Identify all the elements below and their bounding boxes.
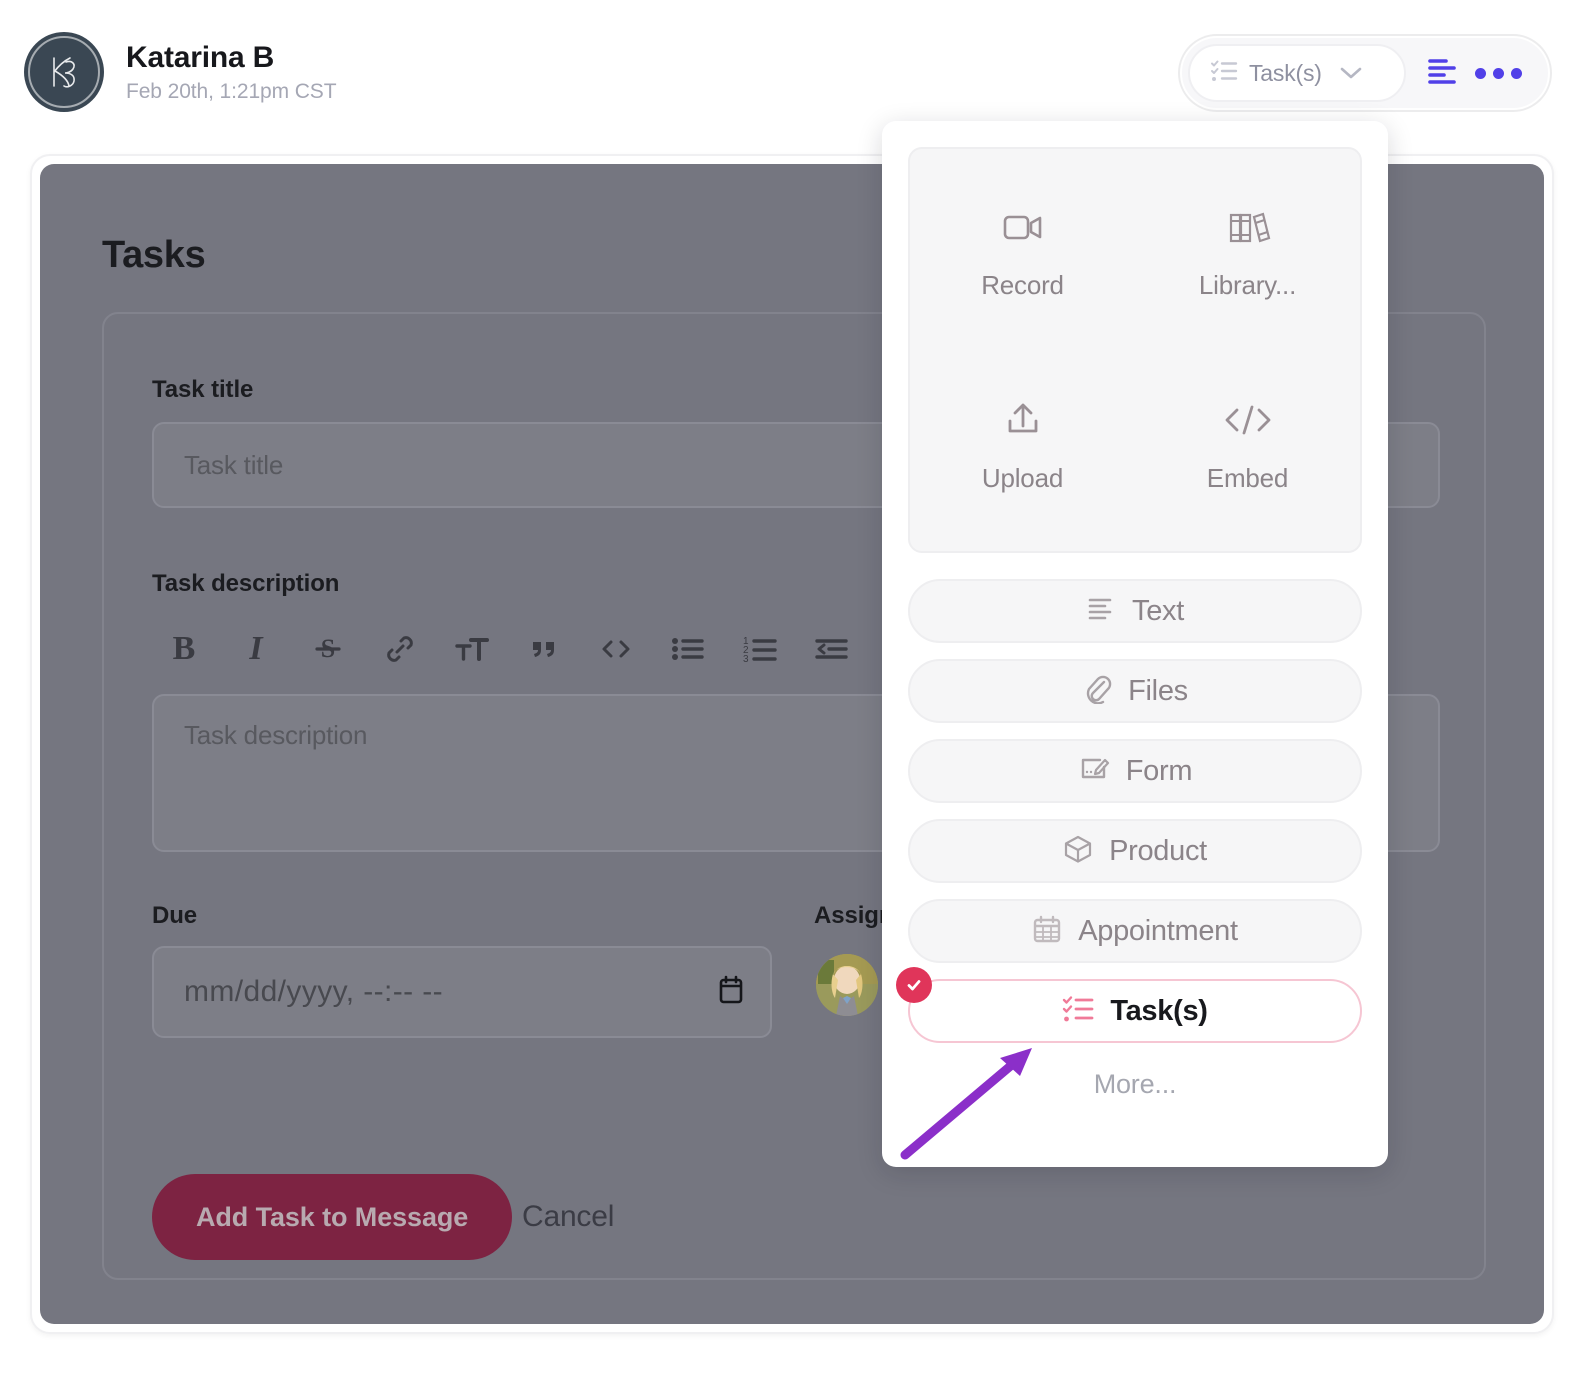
message-author: Katarina B Feb 20th, 1:21pm CST <box>24 32 337 112</box>
menu-item-label: Files <box>1128 674 1188 707</box>
strikethrough-icon[interactable]: S <box>292 618 364 680</box>
menu-item-label: Upload <box>981 462 1064 493</box>
page-title: Tasks <box>102 234 206 276</box>
text-align-left-icon <box>1426 56 1458 91</box>
content-type-label: Task(s) <box>1249 59 1322 86</box>
more-options-link[interactable]: More... <box>908 1069 1362 1100</box>
text-align-icon <box>1086 595 1116 628</box>
menu-item-label: Embed <box>1206 462 1289 493</box>
italic-icon[interactable]: I <box>220 618 292 680</box>
content-type-dropdown[interactable]: Task(s) <box>1188 44 1406 102</box>
form-edit-icon <box>1078 754 1110 789</box>
upload-icon <box>1001 400 1045 445</box>
menu-item-label: Library... <box>1198 269 1297 300</box>
menu-item-record[interactable]: Record <box>910 157 1135 350</box>
due-label: Due <box>152 902 198 929</box>
menu-item-tasks[interactable]: Task(s) <box>896 967 1362 1043</box>
link-icon[interactable] <box>364 618 436 680</box>
selected-check-badge <box>896 967 932 1003</box>
menu-item-label: Form <box>1125 754 1193 787</box>
menu-item-label: Record <box>981 269 1064 300</box>
format-text-button[interactable] <box>1414 45 1470 101</box>
media-options-grid: Record Library... Upload Embed <box>908 147 1362 553</box>
outdent-icon[interactable] <box>796 618 868 680</box>
task-title-placeholder: Task title <box>184 449 284 480</box>
menu-item-label: Appointment <box>1078 914 1238 947</box>
avatar <box>24 32 104 112</box>
author-text: Katarina B Feb 20th, 1:21pm CST <box>126 40 337 104</box>
chevron-down-icon <box>1339 65 1363 81</box>
code-brackets-icon <box>1222 400 1274 445</box>
menu-item-embed[interactable]: Embed <box>1135 350 1360 543</box>
menu-item-label: Product <box>1109 834 1207 867</box>
video-camera-icon <box>1000 207 1046 252</box>
bullet-list-icon[interactable] <box>652 618 724 680</box>
assignee-avatar[interactable] <box>816 954 878 1016</box>
message-timestamp: Feb 20th, 1:21pm CST <box>126 79 337 103</box>
menu-item-text[interactable]: Text <box>908 579 1362 643</box>
due-date-input[interactable]: mm/dd/yyyy, --:-- -- <box>152 946 772 1038</box>
more-horizontal-icon <box>1510 67 1522 79</box>
task-description-placeholder: Task description <box>184 720 368 750</box>
calendar-grid-icon <box>1032 914 1062 949</box>
checklist-icon <box>1062 994 1094 1029</box>
menu-item-product[interactable]: Product <box>908 819 1362 883</box>
calendar-icon[interactable] <box>716 974 746 1011</box>
menu-item-upload[interactable]: Upload <box>910 350 1135 543</box>
menu-item-library[interactable]: Library... <box>1135 157 1360 350</box>
task-title-label: Task title <box>152 376 254 403</box>
more-horizontal-icon <box>1474 67 1486 79</box>
text-size-icon[interactable] <box>436 618 508 680</box>
svg-text:3: 3 <box>743 654 749 665</box>
more-options-button[interactable] <box>1470 67 1526 79</box>
books-icon <box>1225 207 1271 252</box>
add-task-button[interactable]: Add Task to Message <box>152 1174 513 1260</box>
cube-icon <box>1063 834 1093 869</box>
quote-icon[interactable] <box>508 618 580 680</box>
author-name: Katarina B <box>126 40 275 74</box>
header-toolbar: Task(s) <box>1180 36 1550 110</box>
content-type-list: Text Files Form Product Appointment Task… <box>896 579 1362 1043</box>
content-type-menu: Record Library... Upload Embed Text File… <box>882 121 1388 1167</box>
code-icon[interactable] <box>580 618 652 680</box>
checklist-icon <box>1210 58 1238 89</box>
menu-item-label: Task(s) <box>1110 994 1208 1027</box>
app-root: Katarina B Feb 20th, 1:21pm CST Task(s) <box>0 0 1586 1392</box>
menu-item-files[interactable]: Files <box>908 659 1362 723</box>
menu-item-label: Text <box>1132 594 1184 627</box>
menu-item-form[interactable]: Form <box>908 739 1362 803</box>
menu-item-appointment[interactable]: Appointment <box>908 899 1362 963</box>
cancel-button[interactable]: Cancel <box>522 1174 614 1260</box>
due-date-value: mm/dd/yyyy, --:-- -- <box>184 975 444 1008</box>
task-description-label: Task description <box>152 570 340 597</box>
paperclip-icon <box>1082 674 1112 709</box>
bold-icon[interactable]: B <box>148 618 220 680</box>
more-horizontal-icon <box>1492 67 1504 79</box>
numbered-list-icon[interactable]: 1 2 3 <box>724 618 796 680</box>
